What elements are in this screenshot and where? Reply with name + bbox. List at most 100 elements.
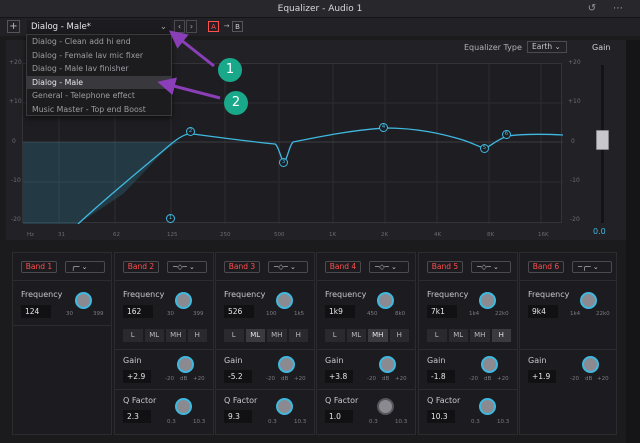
q-factor-knob[interactable] [175,398,192,415]
filter-type-select[interactable]: ─◇─ ⌄ [369,261,409,273]
filter-type-select[interactable]: ╭─ ⌄ [65,261,105,273]
frequency-field[interactable]: 7k1 [427,305,457,318]
band-2-toggle[interactable]: Band 2 [123,261,159,273]
frequency-field[interactable]: 526 [224,305,254,318]
gain-field[interactable]: +1.9 [528,370,556,383]
band-1-toggle[interactable]: Band 1 [21,261,57,273]
gain-field[interactable]: -5.2 [224,370,252,383]
q-factor-label: Q Factor [123,396,157,405]
seg-h[interactable]: H [389,329,409,342]
band-5-panel: Band 5 ─◇─ ⌄ Frequency 7k1 1k4 22k0 L ML… [418,252,518,435]
preset-option-selected[interactable]: Dialog - Male [27,75,171,89]
gain-knob[interactable] [278,356,295,373]
filter-type-select[interactable]: ─◇─ ⌄ [471,261,511,273]
preset-dropdown[interactable]: Dialog - Male* ⌄ [27,20,171,34]
q-factor-knob[interactable] [377,398,394,415]
q-factor-label: Q Factor [325,396,359,405]
filter-type-select[interactable]: ─╭─ ⌄ [572,261,612,273]
filter-type-select[interactable]: ─◇─ ⌄ [167,261,207,273]
preset-option[interactable]: Music Master - Top end Boost [27,103,171,117]
gain-knob[interactable] [481,356,498,373]
gain-field[interactable]: -1.8 [427,370,455,383]
band-node-1[interactable]: 1 [166,214,175,223]
preset-option[interactable]: General - Telephone effect [27,89,171,103]
seg-ml[interactable]: ML [346,329,366,342]
q-factor-field[interactable]: 9.3 [224,410,252,423]
chevron-down-icon: ⌄ [592,263,599,271]
callout-1: 1 [218,58,242,82]
filter-type-select[interactable]: ─◇─ ⌄ [268,261,308,273]
q-factor-field[interactable]: 10.3 [427,410,455,423]
band-header: Band 4 ─◇─ ⌄ [317,253,415,281]
more-icon[interactable]: ⋯ [612,3,624,15]
q-factor-field[interactable]: 1.0 [325,410,353,423]
preset-option[interactable]: Dialog - Clean add hi end [27,35,171,49]
q-factor-knob[interactable] [479,398,496,415]
range-min: -20 [165,376,174,382]
preset-option[interactable]: Dialog - Male lav finisher [27,62,171,76]
gain-value: 0.0 [593,227,606,236]
band-node-5[interactable]: 5 [480,144,489,153]
chevron-down-icon: ⌄ [159,22,167,32]
gain-field[interactable]: +2.9 [123,370,151,383]
seg-mh[interactable]: MH [368,329,388,342]
band-node-4[interactable]: 4 [379,123,388,132]
frequency-knob[interactable] [377,292,394,309]
frequency-knob[interactable] [276,292,293,309]
range-min: 0.3 [471,419,480,425]
a-button[interactable]: A [208,21,219,32]
preset-option[interactable]: Dialog - Female lav mic fixer [27,49,171,63]
seg-mh[interactable]: MH [470,329,490,342]
frequency-knob[interactable] [75,292,92,309]
frequency-knob[interactable] [479,292,496,309]
prev-preset-button[interactable]: ‹ [174,20,185,33]
seg-ml[interactable]: ML [144,329,164,342]
next-preset-button[interactable]: › [186,20,197,33]
q-factor-field[interactable]: 2.3 [123,410,151,423]
q-mode-segments: L ML MH H [123,329,207,342]
q-factor-knob[interactable] [276,398,293,415]
range-max: +20 [294,376,306,382]
divider [419,389,517,390]
seg-mh[interactable]: MH [267,329,287,342]
range-min: 0.3 [369,419,378,425]
gain-knob[interactable] [177,356,194,373]
frequency-field[interactable]: 9k4 [528,305,558,318]
band-node-3[interactable]: 3 [279,158,288,167]
frequency-knob[interactable] [580,292,597,309]
seg-ml[interactable]: ML [448,329,468,342]
q-mode-segments: L ML MH H [427,329,511,342]
seg-h[interactable]: H [491,329,511,342]
band-3-toggle[interactable]: Band 3 [224,261,260,273]
gain-knob[interactable] [582,356,599,373]
band-5-toggle[interactable]: Band 5 [427,261,463,273]
divider [317,389,415,390]
band-4-toggle[interactable]: Band 4 [325,261,361,273]
y-tick: -10 [11,177,21,184]
seg-ml[interactable]: ML [245,329,265,342]
add-preset-button[interactable]: + [7,20,20,33]
gain-fader-handle[interactable] [596,130,609,150]
seg-h[interactable]: H [187,329,207,342]
band-node-6[interactable]: 6 [502,130,511,139]
copy-arrow-icon[interactable]: → [221,21,232,32]
frequency-knob[interactable] [175,292,192,309]
frequency-field[interactable]: 162 [123,305,153,318]
freq-tick: 500 [274,232,285,238]
freq-tick: 250 [220,232,231,238]
b-button[interactable]: B [232,21,243,32]
seg-l[interactable]: L [224,329,244,342]
seg-l[interactable]: L [427,329,447,342]
gain-knob[interactable] [379,356,396,373]
reset-icon[interactable]: ↺ [586,3,598,15]
band-6-toggle[interactable]: Band 6 [528,261,564,273]
seg-l[interactable]: L [325,329,345,342]
frequency-field[interactable]: 124 [21,305,51,318]
seg-h[interactable]: H [288,329,308,342]
band-node-2[interactable]: 2 [186,127,195,136]
gain-field[interactable]: +3.8 [325,370,353,383]
eq-type-select[interactable]: Earth ⌄ [527,41,567,53]
seg-mh[interactable]: MH [166,329,186,342]
frequency-field[interactable]: 1k9 [325,305,355,318]
seg-l[interactable]: L [123,329,143,342]
